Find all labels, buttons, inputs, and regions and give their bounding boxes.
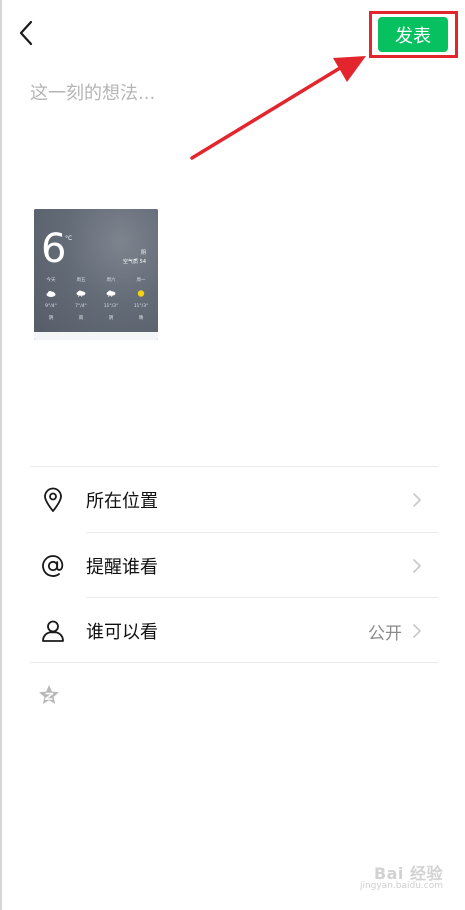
photo-bottom-band (34, 332, 158, 340)
row-location[interactable]: 所在位置 (30, 468, 438, 532)
star-icon[interactable] (37, 683, 61, 707)
screen-left-edge (0, 0, 2, 910)
row-remind[interactable]: 提醒谁看 (30, 534, 438, 598)
forecast-day-label: 周五 (76, 278, 86, 283)
row-visibility[interactable]: 谁可以看 公开 (30, 599, 438, 663)
forecast-desc: 雨 (78, 316, 84, 321)
forecast-range: 9°/4° (45, 304, 57, 309)
divider (86, 597, 438, 598)
chevron-right-icon (413, 559, 421, 573)
forecast-desc: 晴 (138, 316, 144, 321)
chevron-left-icon (19, 20, 33, 46)
forecast-day: 周五 7°/4° 雨 (70, 277, 92, 321)
forecast-day-label: 今天 (46, 278, 56, 283)
sun-icon (137, 290, 145, 297)
chevron-right-icon (413, 493, 421, 507)
forecast-day: 周六 11°/3° 阴 (100, 277, 122, 321)
row-visibility-label: 谁可以看 (86, 622, 158, 643)
cloud-icon (46, 291, 56, 297)
divider (86, 532, 438, 533)
divider (30, 466, 438, 467)
chevron-right-icon (413, 624, 421, 638)
at-sign-icon (40, 553, 66, 579)
cloud-rain-icon (106, 290, 116, 297)
photo-temperature: 6 (41, 226, 67, 272)
photo-temperature-unit: °C (65, 235, 73, 242)
forecast-range: 7°/4° (75, 304, 87, 309)
watermark: Bai 经验 jingyan.baidu.com (347, 860, 443, 900)
photo-forecast: 今天 9°/4° 阴 周五 7°/4° 雨 周六 11°/3° 阴 周一 11°… (40, 277, 152, 321)
person-icon (40, 618, 66, 644)
forecast-day: 今天 9°/4° 阴 (40, 277, 62, 321)
back-button[interactable] (14, 18, 38, 48)
photo-air-quality: 空气质 54 (123, 259, 146, 265)
cloud-rain-icon (76, 290, 86, 297)
forecast-day-label: 周一 (136, 278, 146, 283)
forecast-day: 周一 11°/3° 晴 (130, 277, 152, 321)
publish-button[interactable]: 发表 (378, 17, 448, 52)
location-pin-icon (40, 487, 66, 513)
thought-input[interactable] (30, 78, 435, 108)
row-remind-label: 提醒谁看 (86, 557, 158, 578)
watermark-url: jingyan.baidu.com (359, 881, 443, 891)
forecast-desc: 阴 (48, 316, 54, 321)
forecast-range: 11°/3° (133, 304, 149, 309)
photo-thumbnail[interactable]: 6 °C 阴 空气质 54 今天 9°/4° 阴 周五 7°/4° 雨 周六 1… (34, 209, 158, 340)
photo-condition: 阴 (140, 250, 146, 256)
row-visibility-value: 公开 (368, 623, 402, 644)
forecast-day-label: 周六 (106, 278, 116, 283)
forecast-desc: 阴 (108, 316, 114, 321)
row-location-label: 所在位置 (86, 491, 158, 512)
divider (30, 662, 438, 663)
forecast-range: 11°/3° (103, 304, 119, 309)
